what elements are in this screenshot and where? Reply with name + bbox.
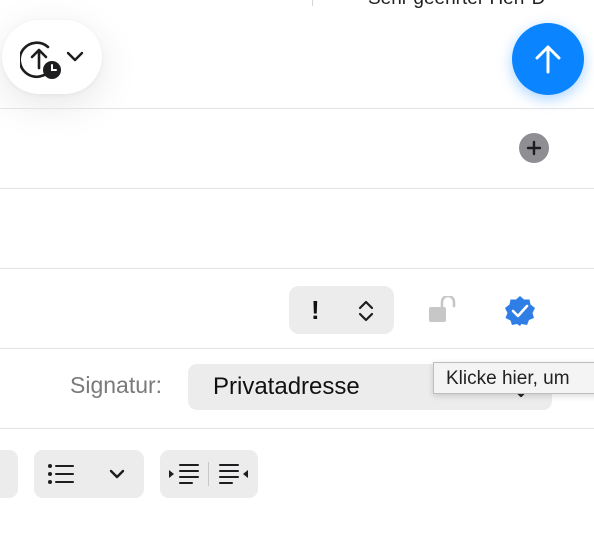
priority-popup[interactable]: ! — [289, 286, 394, 334]
send-button[interactable] — [512, 23, 584, 95]
divider — [0, 428, 594, 429]
list-style-popup[interactable] — [34, 450, 144, 498]
priority-value: ! — [311, 295, 320, 325]
increase-indent-icon[interactable] — [218, 462, 250, 486]
signature-value: Privatadresse — [213, 373, 360, 400]
signature-label: Signatur: — [70, 372, 163, 398]
alignment-button[interactable] — [0, 450, 18, 498]
divider — [0, 108, 594, 109]
plus-circle-icon — [526, 140, 542, 156]
divider — [208, 462, 209, 486]
decrease-indent-icon[interactable] — [168, 462, 200, 486]
divider — [0, 188, 594, 189]
add-recipient-button[interactable] — [519, 133, 549, 163]
up-down-chevron-icon — [358, 300, 374, 322]
tooltip: Klicke hier, um — [433, 362, 594, 394]
divider — [0, 348, 594, 349]
divider — [0, 268, 594, 269]
indent-controls — [160, 450, 258, 498]
window-divider — [312, 0, 313, 6]
unlocked-padlock-icon[interactable] — [428, 296, 458, 324]
arrow-up-icon — [535, 45, 561, 74]
bulleted-list-icon — [48, 464, 74, 484]
verified-badge-icon[interactable] — [504, 295, 536, 327]
clock-send-icon — [20, 41, 61, 79]
chevron-down-icon — [109, 469, 125, 479]
message-body-text: Sehr geehrter Herr D — [368, 0, 545, 10]
chevron-down-icon — [66, 51, 84, 62]
